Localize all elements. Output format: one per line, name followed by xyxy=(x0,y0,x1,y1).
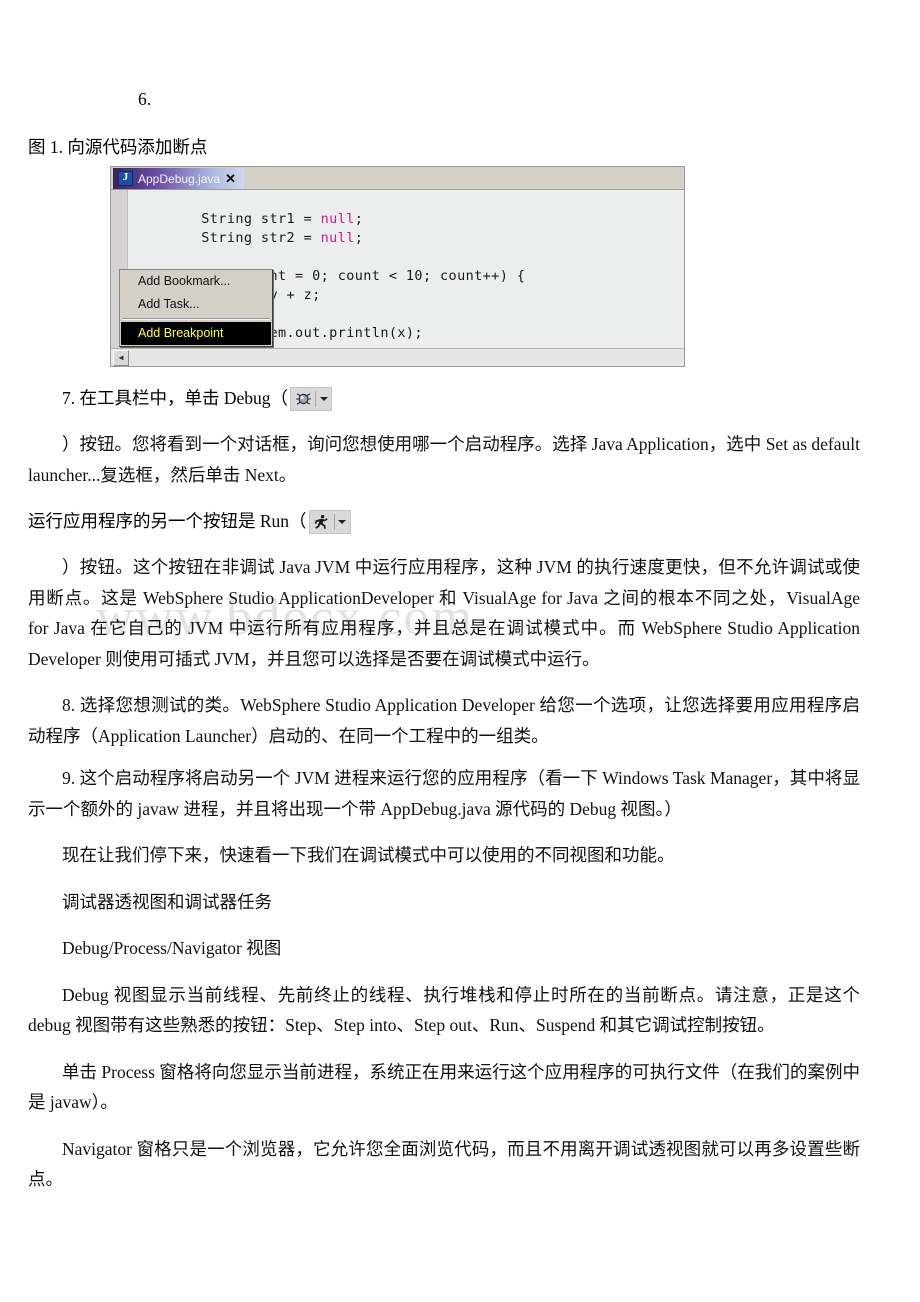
run-body: ）按钮。这个按钮在非调试 Java JVM 中运行应用程序，这种 JVM 的执行… xyxy=(28,557,860,669)
run-button-line: 运行应用程序的另一个按钮是 Run（ xyxy=(28,506,860,536)
tab-appdebug-java[interactable]: J AppDebug.java ✕ xyxy=(113,168,244,189)
gap-after-figure xyxy=(28,367,860,383)
figure-caption: 图 1. 向源代码添加断点 xyxy=(28,137,208,157)
gap-debug-view xyxy=(28,964,860,980)
gap-step8 xyxy=(28,674,860,690)
gap-before-run xyxy=(28,490,860,506)
context-menu-item-add-task[interactable]: Add Task... xyxy=(120,293,272,316)
gap-process xyxy=(28,1041,860,1057)
document-page: www.bdocx.com 6. 图 1. 向源代码添加断点 J AppDebu… xyxy=(0,0,920,1302)
step-7-body: ）按钮。您将看到一个对话框，询问您想使用哪一个启动程序。选择 Java Appl… xyxy=(28,434,860,485)
chevron-left-icon: ◀ xyxy=(118,353,124,362)
context-menu-separator xyxy=(122,318,270,320)
java-file-icon: J xyxy=(118,171,133,186)
debug-toolbar-button[interactable] xyxy=(290,387,333,411)
context-menu-item-add-bookmark[interactable]: Add Bookmark... xyxy=(120,270,272,293)
run-prefix: 运行应用程序的另一个按钮是 Run（ xyxy=(28,511,307,531)
heading-debug-process-navigator: Debug/Process/Navigator 视图 xyxy=(62,938,282,958)
editor-horizontal-scrollbar[interactable]: ◀ xyxy=(111,348,684,366)
top-margin-spacer-2 xyxy=(28,30,860,60)
context-menu[interactable]: Add Bookmark... Add Task... Add Breakpoi… xyxy=(119,269,273,347)
chevron-down-icon[interactable] xyxy=(316,389,331,409)
paragraph-pause: 现在让我们停下来，快速看一下我们在调试模式中可以使用的不同视图和功能。 xyxy=(62,845,675,865)
top-margin-spacer xyxy=(28,0,860,30)
step-7-line: 7. 在工具栏中，单击 Debug（ xyxy=(28,383,860,413)
running-man-icon xyxy=(310,512,334,532)
bug-icon xyxy=(291,389,315,409)
step-7-prefix: 7. 在工具栏中，单击 Debug（ xyxy=(62,388,289,408)
document-content: 6. 图 1. 向源代码添加断点 J AppDebug.java ✕ Strin… xyxy=(0,0,920,1195)
gap-run xyxy=(28,536,860,552)
gap-heading-persp xyxy=(28,871,860,887)
gap-step9 xyxy=(28,751,860,763)
paragraph-process: 单击 Process 窗格将向您显示当前进程，系统正在用来运行这个应用程序的可执… xyxy=(28,1061,860,1113)
editor-tabstrip: J AppDebug.java ✕ xyxy=(111,167,684,190)
context-menu-item-add-breakpoint[interactable]: Add Breakpoint xyxy=(121,322,271,345)
run-toolbar-button[interactable] xyxy=(308,510,351,534)
paragraph-debug-view: Debug 视图显示当前线程、先前终止的线程、执行堆栈和停止时所在的当前断点。请… xyxy=(28,984,860,1036)
chevron-down-icon[interactable] xyxy=(335,512,350,532)
list-item-6: 6. xyxy=(138,89,152,109)
step-8: 8. 选择您想测试的类。WebSphere Studio Application… xyxy=(28,695,860,746)
editor-screenshot: J AppDebug.java ✕ String str1 = null; St… xyxy=(110,166,685,367)
step-9: 9. 这个启动程序将启动另一个 JVM 进程来运行您的应用程序（看一下 Wind… xyxy=(28,768,860,819)
gap-navigator xyxy=(28,1118,860,1134)
close-icon[interactable]: ✕ xyxy=(225,172,236,185)
tab-label: AppDebug.java xyxy=(138,171,221,186)
gap-heading-views xyxy=(28,917,860,933)
editor-code-area[interactable]: String str1 = null; String str2 = null; … xyxy=(111,190,684,348)
scroll-left-button[interactable]: ◀ xyxy=(113,350,129,366)
gap-pause xyxy=(28,824,860,840)
gap-step7 xyxy=(28,413,860,429)
paragraph-navigator: Navigator 窗格只是一个浏览器，它允许您全面浏览代码，而且不用离开调试透… xyxy=(28,1138,860,1190)
heading-debugger-perspective: 调试器透视图和调试器任务 xyxy=(62,891,272,912)
gap-before-caption xyxy=(28,114,860,134)
top-margin-spacer-3 xyxy=(28,60,860,84)
